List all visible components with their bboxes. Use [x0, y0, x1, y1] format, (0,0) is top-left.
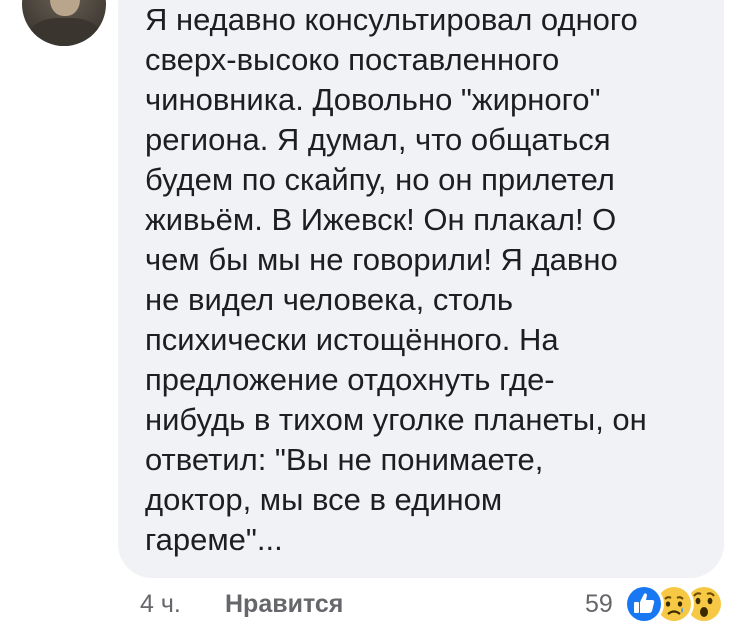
- commenter-avatar[interactable]: [22, 0, 106, 46]
- comment-line: чем бы мы не говорили! Я давно: [145, 242, 618, 277]
- comment-line: нибудь в тихом уголке планеты, он: [145, 402, 647, 437]
- comment-line: чиновника. Довольно "жирного": [145, 82, 601, 117]
- comment-line: ответил: "Вы не понимаете,: [145, 442, 544, 477]
- comment-text: Я недавно консультировал одного сверх-вы…: [145, 0, 715, 560]
- comment-line: региона. Я думал, что общаться: [145, 122, 611, 157]
- comment-line: Я недавно консультировал одного: [145, 2, 638, 37]
- like-icon: [624, 584, 664, 624]
- comment-line: доктор, мы все в едином: [145, 482, 503, 517]
- comment-line: не видел человека, столь: [145, 282, 514, 317]
- comment-timestamp[interactable]: 4 ч.: [140, 590, 181, 619]
- comment-line: предложение отдохнуть где-: [145, 362, 555, 397]
- comment-footer: 4 ч. Нравится 59: [0, 584, 741, 628]
- like-button[interactable]: Нравится: [225, 590, 343, 619]
- avatar-face: [50, 0, 80, 16]
- avatar-shoulders: [30, 18, 100, 46]
- comment-line: психически истощённого. На: [145, 322, 559, 357]
- comment-line: сверх-высоко поставленного: [145, 42, 560, 77]
- comment-line: будем по скайпу, но он прилетел: [145, 162, 615, 197]
- reaction-count[interactable]: 59: [585, 590, 613, 619]
- reaction-icons[interactable]: [622, 582, 732, 626]
- comment-line: гареме"...: [145, 522, 283, 557]
- comment-line: живьём. В Ижевск! Он плакал! О: [145, 202, 617, 237]
